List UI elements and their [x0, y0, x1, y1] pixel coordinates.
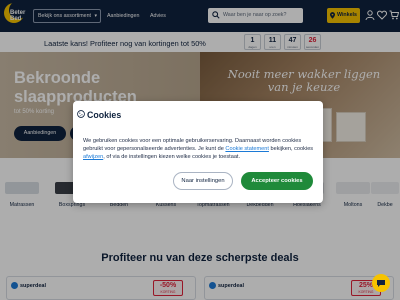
cookie-icon	[77, 110, 85, 118]
cookie-statement-link[interactable]: Cookie statement	[225, 146, 269, 152]
cookie-text-part2: bekijken, cookies	[268, 146, 314, 152]
chat-button[interactable]	[372, 274, 390, 292]
cookie-dialog-text: We gebruiken cookies voor een optimale g…	[83, 137, 315, 161]
decline-cookies-link[interactable]: afwijzen	[83, 154, 103, 160]
cookie-consent-dialog: Cookies We gebruiken cookies voor een op…	[73, 101, 323, 203]
cookie-settings-button[interactable]: Naar instellingen	[173, 172, 233, 190]
cookie-dialog-title: Cookies	[87, 110, 122, 120]
accept-cookies-button[interactable]: Accepteer cookies	[241, 172, 313, 190]
chat-icon	[377, 280, 385, 287]
cookie-text-part3: , of via de instellingen kiezen welke co…	[103, 154, 241, 160]
